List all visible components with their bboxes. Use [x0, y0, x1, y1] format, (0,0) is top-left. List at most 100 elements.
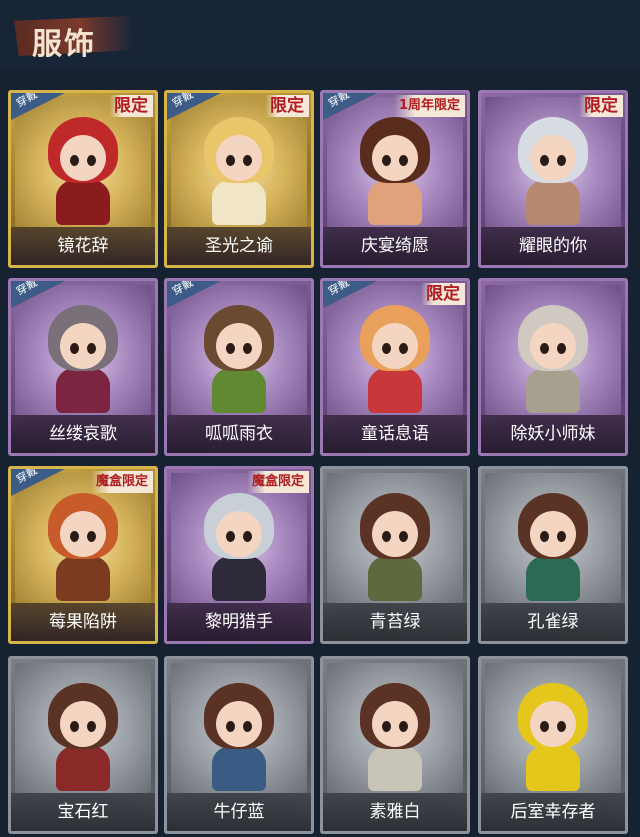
outfit-body	[212, 745, 266, 791]
eye	[70, 531, 79, 542]
outfit-body	[56, 367, 110, 413]
eye	[540, 343, 549, 354]
character-portrait	[512, 681, 594, 791]
character-portrait	[354, 681, 436, 791]
face	[216, 511, 262, 557]
outfit-card[interactable]: 除妖小师妹	[478, 278, 628, 456]
eye	[540, 155, 549, 166]
eye	[557, 155, 566, 166]
outfit-card[interactable]: 童话息语 穿戴 限定	[320, 278, 470, 456]
eye	[226, 343, 235, 354]
outfit-body	[368, 367, 422, 413]
outfit-body	[56, 555, 110, 601]
eye	[399, 155, 408, 166]
outfit-name: 青苔绿	[323, 603, 467, 641]
outfit-body	[368, 179, 422, 225]
outfit-body	[56, 179, 110, 225]
outfit-name: 素雅白	[323, 793, 467, 831]
face	[60, 135, 106, 181]
outfit-name: 庆宴绮愿	[323, 227, 467, 265]
eye	[70, 343, 79, 354]
eye	[399, 531, 408, 542]
limited-badge: 1周年限定	[393, 95, 465, 117]
outfit-body	[368, 745, 422, 791]
eye	[382, 721, 391, 732]
character-portrait	[512, 115, 594, 225]
outfit-portrait-bg	[327, 473, 463, 603]
eye	[382, 343, 391, 354]
outfit-body	[212, 555, 266, 601]
eye	[243, 531, 252, 542]
outfit-card[interactable]: 丝缕哀歌 穿戴	[8, 278, 158, 456]
outfit-name: 孔雀绿	[481, 603, 625, 641]
character-portrait	[354, 115, 436, 225]
outfit-portrait-bg	[171, 663, 307, 793]
character-portrait	[198, 491, 280, 601]
character-portrait	[198, 303, 280, 413]
outfit-body	[56, 745, 110, 791]
eye	[87, 531, 96, 542]
face	[530, 135, 576, 181]
eye	[87, 343, 96, 354]
limited-badge: 魔盒限定	[90, 471, 153, 493]
eye	[70, 721, 79, 732]
outfit-body	[368, 555, 422, 601]
eye	[382, 155, 391, 166]
face	[60, 701, 106, 747]
character-portrait	[354, 491, 436, 601]
character-portrait	[42, 491, 124, 601]
limited-badge: 魔盒限定	[246, 471, 309, 493]
header-bar: 服饰	[0, 0, 640, 70]
eye	[557, 531, 566, 542]
outfit-body	[212, 367, 266, 413]
eye	[226, 531, 235, 542]
outfit-card[interactable]: 宝石红	[8, 656, 158, 834]
eye	[382, 531, 391, 542]
character-portrait	[354, 303, 436, 413]
outfit-card[interactable]: 青苔绿	[320, 466, 470, 644]
outfit-portrait-bg	[15, 285, 151, 415]
outfit-card[interactable]: 耀眼的你 限定	[478, 90, 628, 268]
outfit-card[interactable]: 呱呱雨衣 穿戴	[164, 278, 314, 456]
outfit-name: 丝缕哀歌	[11, 415, 155, 453]
character-portrait	[512, 303, 594, 413]
outfit-name: 耀眼的你	[481, 227, 625, 265]
outfit-card[interactable]: 镜花辞 穿戴 限定	[8, 90, 158, 268]
outfit-card[interactable]: 素雅白	[320, 656, 470, 834]
outfit-card[interactable]: 圣光之谕 穿戴 限定	[164, 90, 314, 268]
character-portrait	[198, 681, 280, 791]
eye	[70, 155, 79, 166]
outfit-name: 除妖小师妹	[481, 415, 625, 453]
outfit-body	[526, 179, 580, 225]
limited-badge: 限定	[265, 95, 309, 117]
outfit-card[interactable]: 后室幸存者	[478, 656, 628, 834]
character-portrait	[512, 491, 594, 601]
outfit-portrait-bg	[171, 285, 307, 415]
eye	[87, 155, 96, 166]
outfit-body	[526, 367, 580, 413]
outfit-name: 后室幸存者	[481, 793, 625, 831]
outfit-card[interactable]: 莓果陷阱 穿戴 魔盒限定	[8, 466, 158, 644]
eye	[399, 343, 408, 354]
eye	[243, 155, 252, 166]
outfit-card[interactable]: 孔雀绿	[478, 466, 628, 644]
outfit-card[interactable]: 庆宴绮愿 穿戴 1周年限定	[320, 90, 470, 268]
eye	[87, 721, 96, 732]
eye	[557, 721, 566, 732]
face	[216, 323, 262, 369]
outfit-body	[526, 745, 580, 791]
eye	[540, 531, 549, 542]
eye	[540, 721, 549, 732]
character-portrait	[42, 681, 124, 791]
outfit-name: 童话息语	[323, 415, 467, 453]
eye	[243, 721, 252, 732]
eye	[226, 721, 235, 732]
outfit-portrait-bg	[15, 663, 151, 793]
face	[530, 511, 576, 557]
outfit-portrait-bg	[485, 285, 621, 415]
outfit-card[interactable]: 黎明猎手 魔盒限定	[164, 466, 314, 644]
outfit-name: 莓果陷阱	[11, 603, 155, 641]
outfit-card[interactable]: 牛仔蓝	[164, 656, 314, 834]
outfit-name: 呱呱雨衣	[167, 415, 311, 453]
outfit-body	[526, 555, 580, 601]
